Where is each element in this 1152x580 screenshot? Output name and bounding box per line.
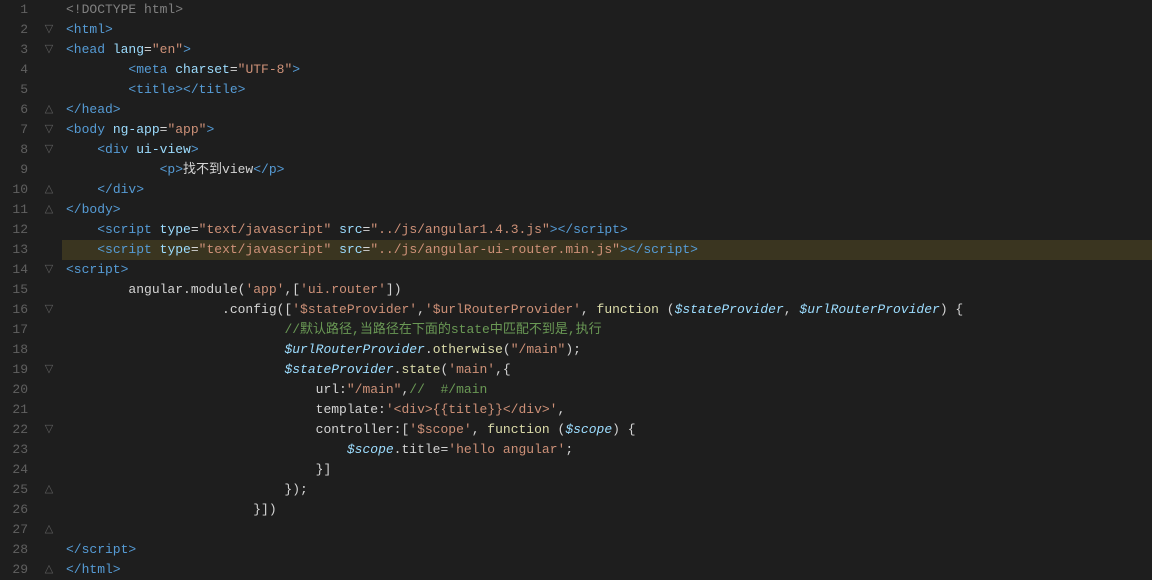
fold-2[interactable]: ▽: [42, 20, 56, 40]
line-num-10: 10: [8, 180, 34, 200]
code-line-1: <!DOCTYPE html>: [62, 0, 1152, 20]
code-line-15: angular.module('app',['ui.router']): [62, 280, 1152, 300]
fold-11[interactable]: △: [42, 200, 56, 220]
code-line-29: </html>: [62, 560, 1152, 580]
line-num-27: 27: [8, 520, 34, 540]
code-line-26: }]): [62, 500, 1152, 520]
code-line-11: </body>: [62, 200, 1152, 220]
fold-22[interactable]: ▽: [42, 420, 56, 440]
line-num-14: 14: [8, 260, 34, 280]
code-line-21: template:'<div>{{title}}</div>',: [62, 400, 1152, 420]
fold-12: [42, 220, 56, 240]
code-editor: 1 2 3 4 5 6 7 8 9 10 11 12 13 14 15 16 1…: [0, 0, 1152, 580]
fold-23: [42, 440, 56, 460]
line-num-3: 3: [8, 40, 34, 60]
code-line-10: </div>: [62, 180, 1152, 200]
fold-20: [42, 380, 56, 400]
code-line-16: .config(['$stateProvider','$urlRouterPro…: [62, 300, 1152, 320]
code-line-14: <script>: [62, 260, 1152, 280]
fold-17: [42, 320, 56, 340]
line-num-15: 15: [8, 280, 34, 300]
fold-21: [42, 400, 56, 420]
fold-16[interactable]: ▽: [42, 300, 56, 320]
line-num-5: 5: [8, 80, 34, 100]
line-num-22: 22: [8, 420, 34, 440]
code-line-12: <script type="text/javascript" src="../j…: [62, 220, 1152, 240]
line-num-6: 6: [8, 100, 34, 120]
line-num-21: 21: [8, 400, 34, 420]
line-num-19: 19: [8, 360, 34, 380]
line-num-8: 8: [8, 140, 34, 160]
line-num-20: 20: [8, 380, 34, 400]
line-num-2: 2: [8, 20, 34, 40]
fold-gutter: ▽ ▽ △ ▽ ▽ △ △ ▽ ▽ ▽ ▽ △ △ △: [42, 0, 56, 580]
line-num-4: 4: [8, 60, 34, 80]
fold-14[interactable]: ▽: [42, 260, 56, 280]
fold-25[interactable]: △: [42, 480, 56, 500]
fold-24: [42, 460, 56, 480]
fold-27[interactable]: △: [42, 520, 56, 540]
code-line-24: }]: [62, 460, 1152, 480]
code-line-9: <p>找不到view</p>: [62, 160, 1152, 180]
code-line-8: <div ui-view>: [62, 140, 1152, 160]
code-line-20: url:"/main",// #/main: [62, 380, 1152, 400]
fold-6[interactable]: △: [42, 100, 56, 120]
line-num-25: 25: [8, 480, 34, 500]
line-num-7: 7: [8, 120, 34, 140]
line-num-13: 13: [8, 240, 34, 260]
fold-29[interactable]: △: [42, 560, 56, 580]
line-num-1: 1: [8, 0, 34, 20]
fold-9: [42, 160, 56, 180]
line-num-29: 29: [8, 560, 34, 580]
fold-3[interactable]: ▽: [42, 40, 56, 60]
code-line-7: <body ng-app="app">: [62, 120, 1152, 140]
line-numbers: 1 2 3 4 5 6 7 8 9 10 11 12 13 14 15 16 1…: [0, 0, 42, 580]
code-line-19: $stateProvider.state('main',{: [62, 360, 1152, 380]
line-num-12: 12: [8, 220, 34, 240]
line-num-26: 26: [8, 500, 34, 520]
code-line-25: });: [62, 480, 1152, 500]
fold-26: [42, 500, 56, 520]
fold-13: [42, 240, 56, 260]
line-num-23: 23: [8, 440, 34, 460]
line-num-11: 11: [8, 200, 34, 220]
fold-10[interactable]: △: [42, 180, 56, 200]
code-line-13: <script type="text/javascript" src="../j…: [62, 240, 1152, 260]
fold-28: [42, 540, 56, 560]
fold-7[interactable]: ▽: [42, 120, 56, 140]
fold-4: [42, 60, 56, 80]
code-line-23: $scope.title='hello angular';: [62, 440, 1152, 460]
code-content[interactable]: <!DOCTYPE html> <html> <head lang="en"> …: [56, 0, 1152, 580]
code-line-17: //默认路径,当路径在下面的state中匹配不到是,执行: [62, 320, 1152, 340]
line-num-18: 18: [8, 340, 34, 360]
fold-18: [42, 340, 56, 360]
line-num-16: 16: [8, 300, 34, 320]
line-num-9: 9: [8, 160, 34, 180]
line-num-17: 17: [8, 320, 34, 340]
line-num-24: 24: [8, 460, 34, 480]
code-line-18: $urlRouterProvider.otherwise("/main");: [62, 340, 1152, 360]
code-line-28: </script>: [62, 540, 1152, 560]
fold-1[interactable]: [42, 0, 56, 20]
code-line-5: <title></title>: [62, 80, 1152, 100]
fold-5: [42, 80, 56, 100]
fold-19[interactable]: ▽: [42, 360, 56, 380]
code-line-6: </head>: [62, 100, 1152, 120]
fold-15: [42, 280, 56, 300]
code-line-22: controller:['$scope', function ($scope) …: [62, 420, 1152, 440]
fold-8[interactable]: ▽: [42, 140, 56, 160]
line-num-28: 28: [8, 540, 34, 560]
code-line-4: <meta charset="UTF-8">: [62, 60, 1152, 80]
code-line-2: <html>: [62, 20, 1152, 40]
code-line-3: <head lang="en">: [62, 40, 1152, 60]
code-line-27: [62, 520, 1152, 540]
